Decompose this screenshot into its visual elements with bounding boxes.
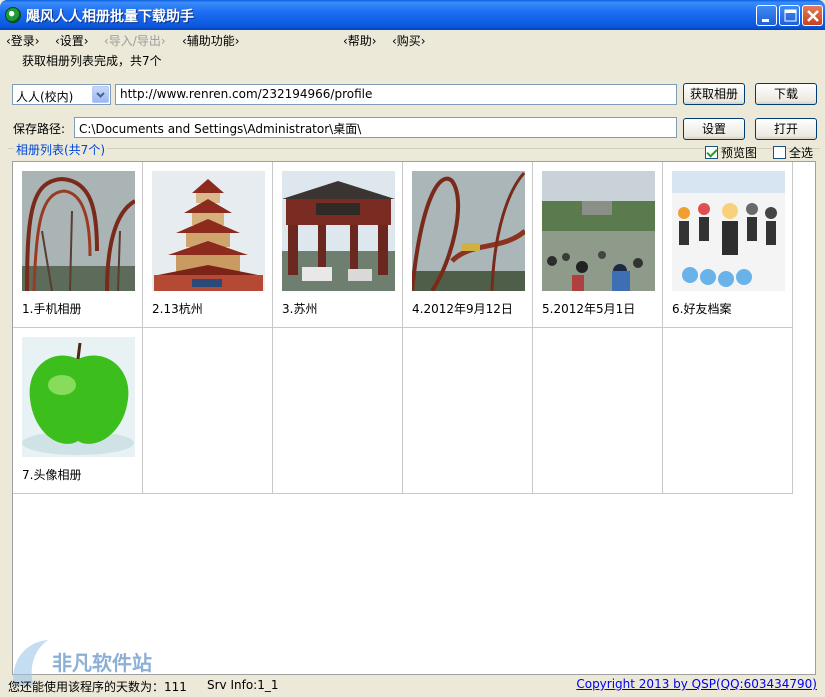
fetch-albums-button[interactable]: 获取相册 <box>683 83 745 105</box>
menu-help[interactable]: ‹帮助› <box>343 32 377 49</box>
menu-bar: ‹登录› ‹设置› ‹导入/导出› ‹辅助功能› ‹帮助› ‹购买› <box>0 30 825 48</box>
remaining-days: 您还能使用该程序的天数为：111 <box>8 680 187 694</box>
window-title: 飓风人人相册批量下载助手 <box>26 9 194 25</box>
album-caption: 4.2012年9月12日 <box>412 302 513 316</box>
album-thumbnail[interactable] <box>282 171 395 291</box>
maximize-icon <box>784 9 797 22</box>
album-thumbnail[interactable] <box>22 337 135 457</box>
album-caption: 2.13杭州 <box>152 302 203 316</box>
open-button[interactable]: 打开 <box>755 118 817 140</box>
srv-info: Srv Info:1_1 <box>207 678 279 692</box>
select-all-checkbox[interactable]: 全选 <box>773 144 813 161</box>
album-cell[interactable]: 5.2012年5月1日 <box>533 162 663 328</box>
menu-import-export[interactable]: ‹导入/导出› <box>104 32 166 49</box>
select-all-label: 全选 <box>789 146 814 160</box>
status-message: 获取相册列表完成，共7个 <box>22 54 162 68</box>
menu-login[interactable]: ‹登录› <box>6 32 40 49</box>
empty-cell <box>533 328 663 494</box>
copyright-link[interactable]: Copyright 2013 by QSP(QQ:603434790) <box>576 677 817 691</box>
crowd-image <box>542 171 655 291</box>
select-all-checkbox-box[interactable] <box>773 146 786 159</box>
group-divider <box>8 148 820 149</box>
pagoda-image <box>152 171 265 291</box>
preview-checkbox-box[interactable] <box>705 146 718 159</box>
album-grid[interactable]: 1.手机相册 2.13杭州 3.苏州 4.2012年9月12日 5.2012年5… <box>12 161 816 675</box>
album-caption: 1.手机相册 <box>22 302 82 316</box>
preview-checkbox[interactable]: 预览图 <box>705 144 757 161</box>
album-list-title: 相册列表(共7个) <box>14 141 107 158</box>
menu-settings[interactable]: ‹设置› <box>55 32 89 49</box>
album-cell[interactable]: 3.苏州 <box>273 162 403 328</box>
album-caption: 3.苏州 <box>282 302 318 316</box>
profile-url-input[interactable]: http://www.renren.com/232194966/profile <box>115 84 677 105</box>
preview-label: 预览图 <box>721 146 758 160</box>
empty-cell <box>143 328 273 494</box>
album-thumbnail[interactable] <box>22 171 135 291</box>
album-thumbnail[interactable] <box>672 171 785 291</box>
minimize-icon <box>762 19 769 22</box>
empty-cell <box>663 328 793 494</box>
menu-tools[interactable]: ‹辅助功能› <box>182 32 240 49</box>
album-caption: 6.好友档案 <box>672 302 732 316</box>
chevron-down-icon[interactable] <box>92 86 109 103</box>
app-icon <box>5 7 21 23</box>
album-cell[interactable]: 6.好友档案 <box>663 162 793 328</box>
album-thumbnail[interactable] <box>152 171 265 291</box>
menu-buy[interactable]: ‹购买› <box>392 32 426 49</box>
coaster-loop-image <box>412 171 525 291</box>
album-thumbnail[interactable] <box>412 171 525 291</box>
minimize-button[interactable] <box>756 5 777 26</box>
album-cell[interactable]: 4.2012年9月12日 <box>403 162 533 328</box>
settings-button[interactable]: 设置 <box>683 118 745 140</box>
site-select-value: 人人(校内) <box>16 90 74 104</box>
album-caption: 5.2012年5月1日 <box>542 302 636 316</box>
title-bar[interactable]: 飓风人人相册批量下载助手 <box>0 0 825 30</box>
album-thumbnail[interactable] <box>542 171 655 291</box>
album-cell[interactable]: 1.手机相册 <box>13 162 143 328</box>
watermark-text: 非凡软件站 <box>52 651 152 675</box>
close-button[interactable] <box>802 5 823 26</box>
close-icon <box>807 10 819 22</box>
save-path-input[interactable]: C:\Documents and Settings\Administrator\… <box>74 117 677 138</box>
maximize-button[interactable] <box>779 5 800 26</box>
save-path-label: 保存路径: <box>13 122 66 136</box>
roller-coaster-image <box>22 171 135 291</box>
album-cell[interactable]: 2.13杭州 <box>143 162 273 328</box>
album-caption: 7.头像相册 <box>22 468 82 482</box>
site-select[interactable]: 人人(校内) <box>12 84 111 105</box>
apple-image <box>22 337 135 457</box>
profile-image <box>672 171 785 291</box>
gate-image <box>282 171 395 291</box>
album-cell[interactable]: 7.头像相册 <box>13 328 143 494</box>
empty-cell <box>403 328 533 494</box>
empty-cell <box>273 328 403 494</box>
download-button[interactable]: 下载 <box>755 83 817 105</box>
